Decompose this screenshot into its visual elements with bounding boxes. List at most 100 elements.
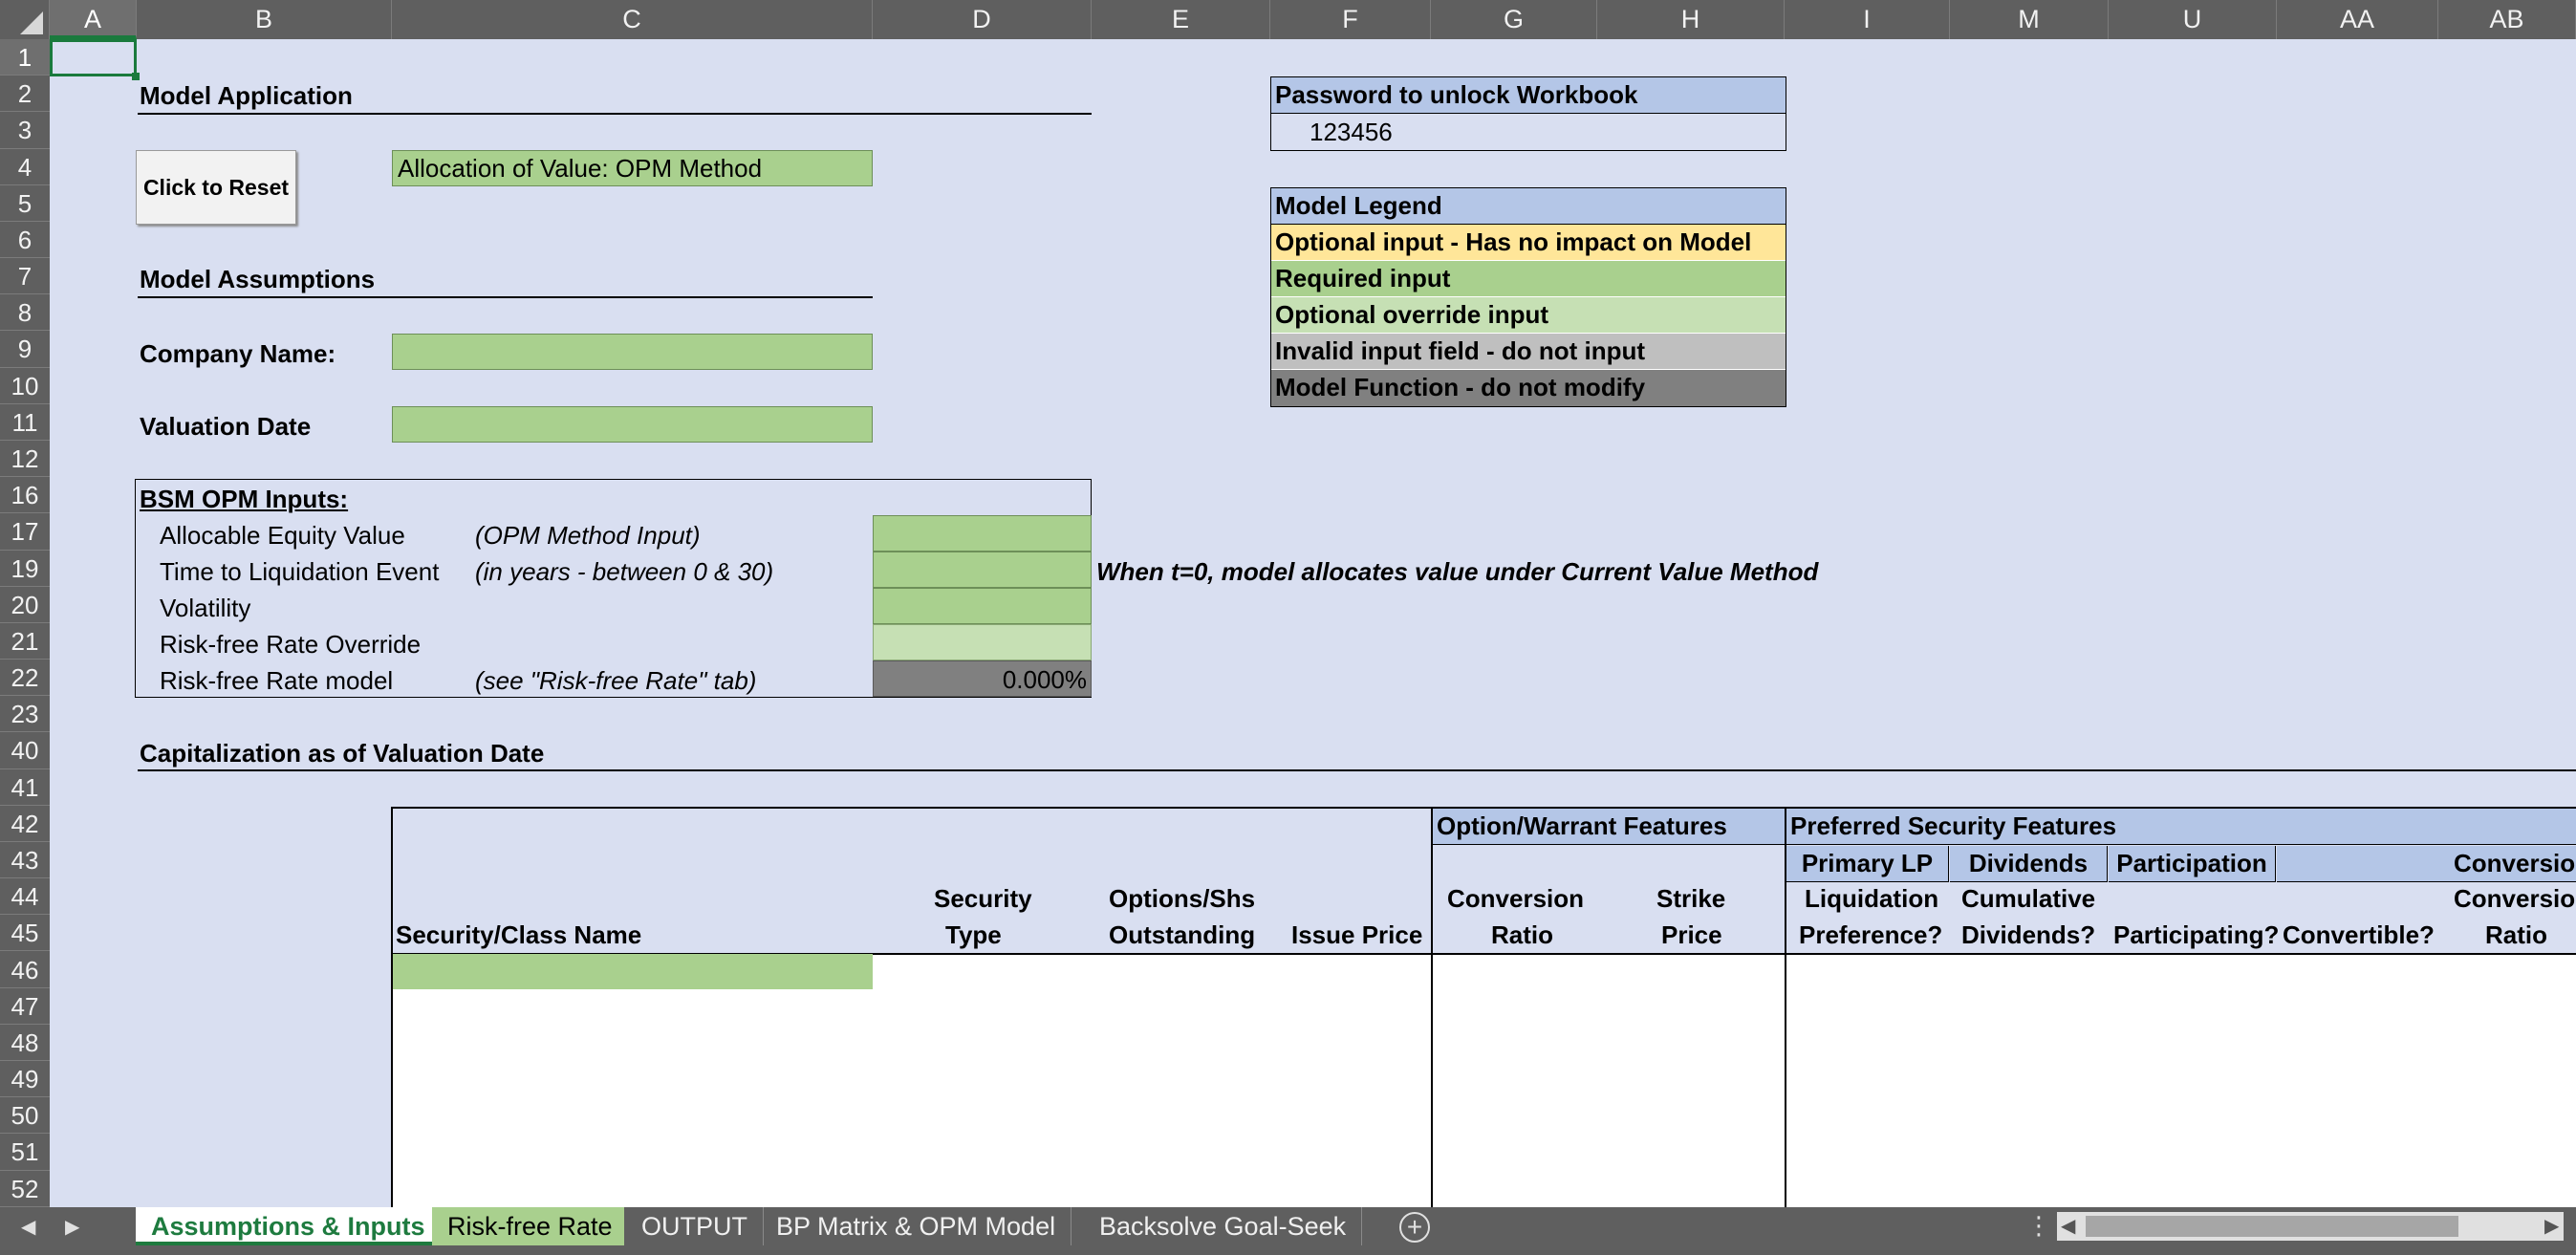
company-name-input[interactable] <box>392 334 873 370</box>
scrollbar-left-arrow-icon[interactable]: ◀ <box>2061 1214 2075 1238</box>
select-all-corner[interactable] <box>0 0 50 39</box>
row-header-48[interactable]: 48 <box>0 1025 50 1062</box>
tab-assumptions-inputs[interactable]: Assumptions & Inputs <box>136 1207 442 1245</box>
row-header-20[interactable]: 20 <box>0 587 50 623</box>
column-header-a[interactable]: A <box>50 0 137 39</box>
horizontal-scrollbar[interactable]: ◀ ▶ <box>2057 1212 2564 1241</box>
column-header-u[interactable]: U <box>2109 0 2277 39</box>
password-value[interactable]: 123456 <box>1310 118 1393 147</box>
row-header-21[interactable]: 21 <box>0 623 50 660</box>
tab-risk-free-rate[interactable]: Risk-free Rate <box>432 1207 624 1245</box>
row-header-52[interactable]: 52 <box>0 1171 50 1207</box>
hdr-strike-2: Price <box>1661 920 1722 949</box>
scrollbar-thumb[interactable] <box>2086 1216 2458 1237</box>
row-header-19[interactable]: 19 <box>0 551 50 587</box>
row-header-16[interactable]: 16 <box>0 477 50 514</box>
hdr-conv-ratio-2: Ratio <box>1491 920 1553 949</box>
hdr-liq-1: Liquidation <box>1805 884 1939 913</box>
valuation-date-label: Valuation Date <box>140 412 312 441</box>
row-header-bar: 1 2 3 4 5 6 7 8 9 10 11 12 16 17 19 20 21 22 23 40 41 42 43 44 4… <box>0 39 50 1207</box>
sheet-tab-bar: ◀ ▶ Assumptions & Inputs Risk-free Rate … <box>0 1207 2576 1255</box>
row-header-3[interactable]: 3 <box>0 112 50 149</box>
hdr-conv-ratio-1: Conversion <box>1447 884 1585 913</box>
row-header-45[interactable]: 45 <box>0 915 50 952</box>
class-name-input[interactable] <box>393 954 873 989</box>
legend-item: Invalid input field - do not input <box>1271 334 1786 370</box>
subgroup-dividends-label: Dividends <box>1968 849 2089 877</box>
row-header-42[interactable]: 42 <box>0 806 50 842</box>
row-header-44[interactable]: 44 <box>0 878 50 916</box>
scroll-left-icon[interactable]: ◀ <box>21 1215 35 1239</box>
tab-output[interactable]: OUTPUT <box>626 1207 764 1245</box>
row-header-1[interactable]: 1 <box>0 39 50 76</box>
method-value: Allocation of Value: OPM Method <box>398 154 763 183</box>
fill-handle[interactable] <box>132 73 140 80</box>
bsm-row-input[interactable] <box>873 552 1092 588</box>
model-assumptions-title: Model Assumptions <box>140 265 376 293</box>
valuation-date-input[interactable] <box>392 406 873 443</box>
row-header-4[interactable]: 4 <box>0 149 50 185</box>
hdr-options-2: Outstanding <box>1109 920 1256 949</box>
column-header-i[interactable]: I <box>1785 0 1950 39</box>
row-header-7[interactable]: 7 <box>0 258 50 295</box>
row-header-17[interactable]: 17 <box>0 513 50 551</box>
column-header-c[interactable]: C <box>392 0 873 39</box>
legend-title: Model Legend <box>1275 191 1442 220</box>
scrollbar-right-arrow-icon[interactable]: ▶ <box>2544 1214 2559 1238</box>
hdr-conv2-2: Ratio <box>2485 920 2547 949</box>
bsm-row-label: Time to Liquidation Event <box>160 557 440 586</box>
row-header-8[interactable]: 8 <box>0 294 50 332</box>
model-application-title: Model Application <box>140 81 353 110</box>
row-header-50[interactable]: 50 <box>0 1097 50 1135</box>
reset-button[interactable]: Click to Reset <box>136 150 296 225</box>
option-group-label: Option/Warrant Features <box>1437 811 1727 840</box>
row-header-51[interactable]: 51 <box>0 1134 50 1171</box>
legend-item-label: Model Function - do not modify <box>1275 373 1646 401</box>
divider <box>138 769 2576 771</box>
legend-item: Optional override input <box>1271 297 1786 334</box>
hdr-strike-1: Strike <box>1656 884 1726 913</box>
row-header-12[interactable]: 12 <box>0 441 50 478</box>
legend-header: Model Legend <box>1271 188 1786 225</box>
method-field[interactable]: Allocation of Value: OPM Method <box>392 150 873 186</box>
preferred-group-label: Preferred Security Features <box>1790 811 2117 840</box>
column-header-d[interactable]: D <box>873 0 1092 39</box>
row-header-46[interactable]: 46 <box>0 952 50 988</box>
tab-bp-matrix[interactable]: BP Matrix & OPM Model <box>761 1207 1072 1245</box>
legend-item-label: Optional input - Has no impact on Model <box>1275 227 1752 256</box>
add-sheet-icon[interactable]: + <box>1399 1212 1430 1243</box>
capitalization-title: Capitalization as of Valuation Date <box>140 739 545 768</box>
hdr-div-2: Dividends? <box>1961 920 2096 949</box>
row-header-43[interactable]: 43 <box>0 842 50 879</box>
scroll-right-icon[interactable]: ▶ <box>65 1215 79 1239</box>
column-header-g[interactable]: G <box>1431 0 1597 39</box>
row-header-22[interactable]: 22 <box>0 660 50 697</box>
more-options-icon[interactable]: ⋮ <box>2026 1211 2051 1241</box>
row-header-9[interactable]: 9 <box>0 331 50 368</box>
bsm-row-input[interactable] <box>873 515 1092 552</box>
column-header-ab[interactable]: AB <box>2438 0 2576 39</box>
row-header-5[interactable]: 5 <box>0 185 50 222</box>
row-header-49[interactable]: 49 <box>0 1061 50 1098</box>
selected-cell-a1[interactable] <box>50 39 137 76</box>
bsm-row-label: Risk-free Rate model <box>160 666 394 695</box>
bsm-row-input[interactable] <box>873 588 1092 624</box>
column-header-b[interactable]: B <box>137 0 392 39</box>
row-header-11[interactable]: 11 <box>0 404 50 441</box>
company-name-label: Company Name: <box>140 339 336 368</box>
row-header-6[interactable]: 6 <box>0 222 50 259</box>
column-header-m[interactable]: M <box>1950 0 2109 39</box>
bsm-row-input[interactable] <box>873 624 1092 660</box>
row-header-10[interactable]: 10 <box>0 368 50 404</box>
row-header-23[interactable]: 23 <box>0 696 50 733</box>
tab-backsolve[interactable]: Backsolve Goal-Seek <box>1084 1207 1363 1245</box>
column-header-aa[interactable]: AA <box>2277 0 2438 39</box>
row-header-41[interactable]: 41 <box>0 769 50 806</box>
row-header-47[interactable]: 47 <box>0 988 50 1025</box>
column-header-f[interactable]: F <box>1270 0 1431 39</box>
divider <box>138 113 1092 115</box>
row-header-40[interactable]: 40 <box>0 732 50 769</box>
column-header-e[interactable]: E <box>1092 0 1270 39</box>
column-header-h[interactable]: H <box>1597 0 1785 39</box>
row-header-2[interactable]: 2 <box>0 76 50 113</box>
